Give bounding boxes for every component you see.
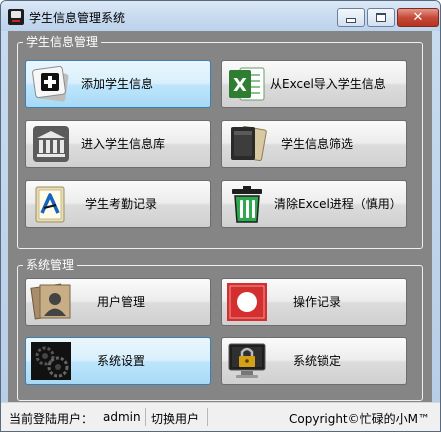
trash-icon bbox=[232, 186, 262, 223]
close-icon: ✕ bbox=[412, 10, 424, 25]
minimize-icon bbox=[346, 18, 356, 23]
student-library-label: 进入学生信息库 bbox=[81, 137, 166, 151]
group-title-student: 学生信息管理 bbox=[23, 34, 102, 50]
add-icon bbox=[32, 65, 69, 102]
student-management-group: 学生信息管理 添加学生信息 X 从Excel导入学生信息 进入学生信息库 学生信… bbox=[17, 34, 423, 249]
student-library-button[interactable]: 进入学生信息库 bbox=[25, 120, 211, 168]
record-icon bbox=[227, 283, 267, 321]
system-lock-label: 系统锁定 bbox=[293, 354, 342, 368]
import-excel-button[interactable]: X 从Excel导入学生信息 bbox=[221, 60, 407, 108]
lock-icon bbox=[228, 343, 266, 378]
app-icon bbox=[8, 9, 24, 25]
current-user-label: 当前登陆用户： bbox=[9, 412, 94, 426]
clear-excel-label: 清除Excel进程（慎用） bbox=[274, 197, 402, 211]
system-settings-label: 系统设置 bbox=[97, 354, 146, 368]
close-button[interactable]: ✕ bbox=[397, 8, 439, 27]
app-window: 学生信息管理系统 ✕ 学生信息管理 添加学生信息 X 从Excel导入学生信息 … bbox=[0, 0, 441, 432]
attendance-icon bbox=[35, 186, 65, 223]
system-management-group: 系统管理 用户管理 操作记录 系统设置 系统锁定 bbox=[17, 257, 423, 401]
import-excel-label: 从Excel导入学生信息 bbox=[270, 77, 386, 91]
add-student-label: 添加学生信息 bbox=[81, 77, 154, 91]
filter-icon bbox=[231, 125, 267, 162]
library-icon bbox=[33, 126, 69, 162]
main-panel: 学生信息管理 添加学生信息 X 从Excel导入学生信息 进入学生信息库 学生信… bbox=[8, 31, 432, 423]
status-separator bbox=[145, 408, 146, 426]
svg-text:X: X bbox=[233, 75, 247, 96]
status-bar: 当前登陆用户： admin 切换用户 Copyright©忙碌的小M™ bbox=[1, 402, 440, 431]
system-settings-button[interactable]: 系统设置 bbox=[25, 337, 211, 385]
attendance-label: 学生考勤记录 bbox=[85, 197, 158, 211]
settings-icon bbox=[31, 342, 71, 380]
maximize-icon bbox=[376, 13, 386, 22]
switch-user-link[interactable]: 切换用户 bbox=[151, 410, 199, 427]
current-user-value: admin bbox=[103, 410, 141, 424]
window-title: 学生信息管理系统 bbox=[29, 11, 126, 25]
clear-excel-button[interactable]: 清除Excel进程（慎用） bbox=[221, 180, 407, 228]
minimize-button[interactable] bbox=[337, 8, 365, 27]
add-student-button[interactable]: 添加学生信息 bbox=[25, 60, 211, 108]
excel-icon: X bbox=[229, 67, 265, 101]
copyright-text: Copyright©忙碌的小M™ bbox=[289, 412, 430, 426]
attendance-button[interactable]: 学生考勤记录 bbox=[25, 180, 211, 228]
user-management-label: 用户管理 bbox=[97, 295, 146, 309]
group-title-system: 系统管理 bbox=[23, 257, 78, 273]
title-bar[interactable]: 学生信息管理系统 ✕ bbox=[1, 1, 440, 31]
user-icon bbox=[30, 283, 71, 320]
student-filter-button[interactable]: 学生信息筛选 bbox=[221, 120, 407, 168]
student-filter-label: 学生信息筛选 bbox=[281, 137, 354, 151]
user-management-button[interactable]: 用户管理 bbox=[25, 278, 211, 326]
status-separator bbox=[207, 408, 208, 426]
operation-records-button[interactable]: 操作记录 bbox=[221, 278, 407, 326]
maximize-button[interactable] bbox=[367, 8, 395, 27]
operation-records-label: 操作记录 bbox=[293, 295, 342, 309]
system-lock-button[interactable]: 系统锁定 bbox=[221, 337, 407, 385]
